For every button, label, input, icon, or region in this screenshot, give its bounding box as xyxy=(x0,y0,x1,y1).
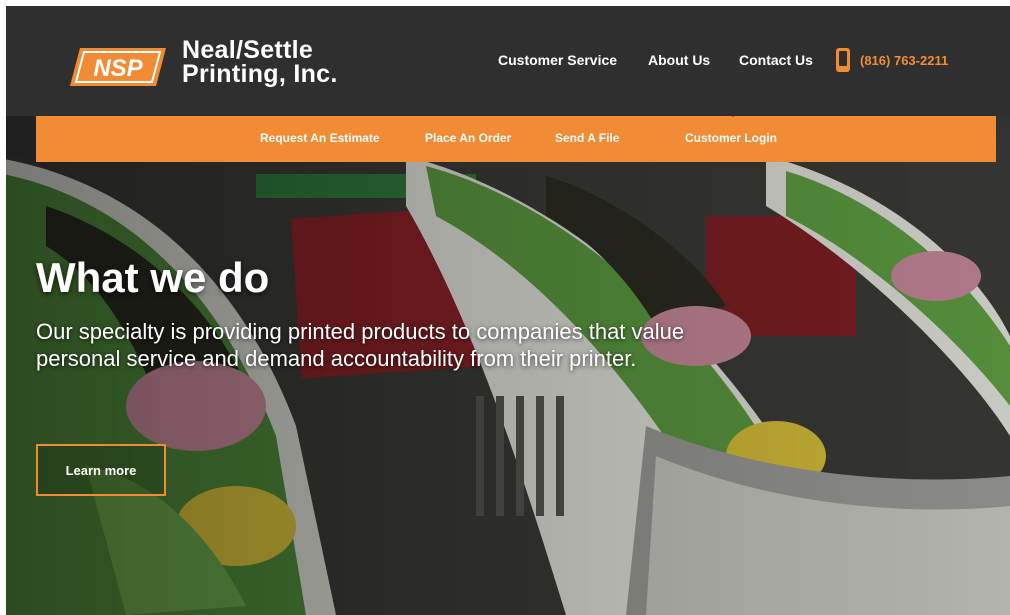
learn-more-button[interactable]: Learn more xyxy=(36,444,166,496)
hero-title: What we do xyxy=(36,254,270,301)
action-navigation-bar: Request An Estimate Place An Order Send … xyxy=(36,108,996,162)
phone-number: (816) 763-2211 xyxy=(860,53,949,68)
subnav-send-file[interactable]: Send A File xyxy=(555,131,619,145)
site-header: NSP Neal/Settle Printing, Inc. Customer … xyxy=(6,6,1010,116)
nav-customer-service[interactable]: Customer Service xyxy=(498,52,617,68)
page-frame: NSP Neal/Settle Printing, Inc. Customer … xyxy=(6,6,1010,615)
active-indicator-caret xyxy=(724,108,742,117)
hero-description: Our specialty is providing printed produ… xyxy=(36,319,685,371)
subnav-customer-login[interactable]: Customer Login xyxy=(685,131,777,145)
subnav-request-estimate[interactable]: Request An Estimate xyxy=(260,131,380,145)
nav-contact-us[interactable]: Contact Us xyxy=(739,52,813,68)
mobile-phone-icon xyxy=(836,48,850,72)
nav-about-us[interactable]: About Us xyxy=(648,52,710,68)
subnav-place-order[interactable]: Place An Order xyxy=(425,131,511,145)
